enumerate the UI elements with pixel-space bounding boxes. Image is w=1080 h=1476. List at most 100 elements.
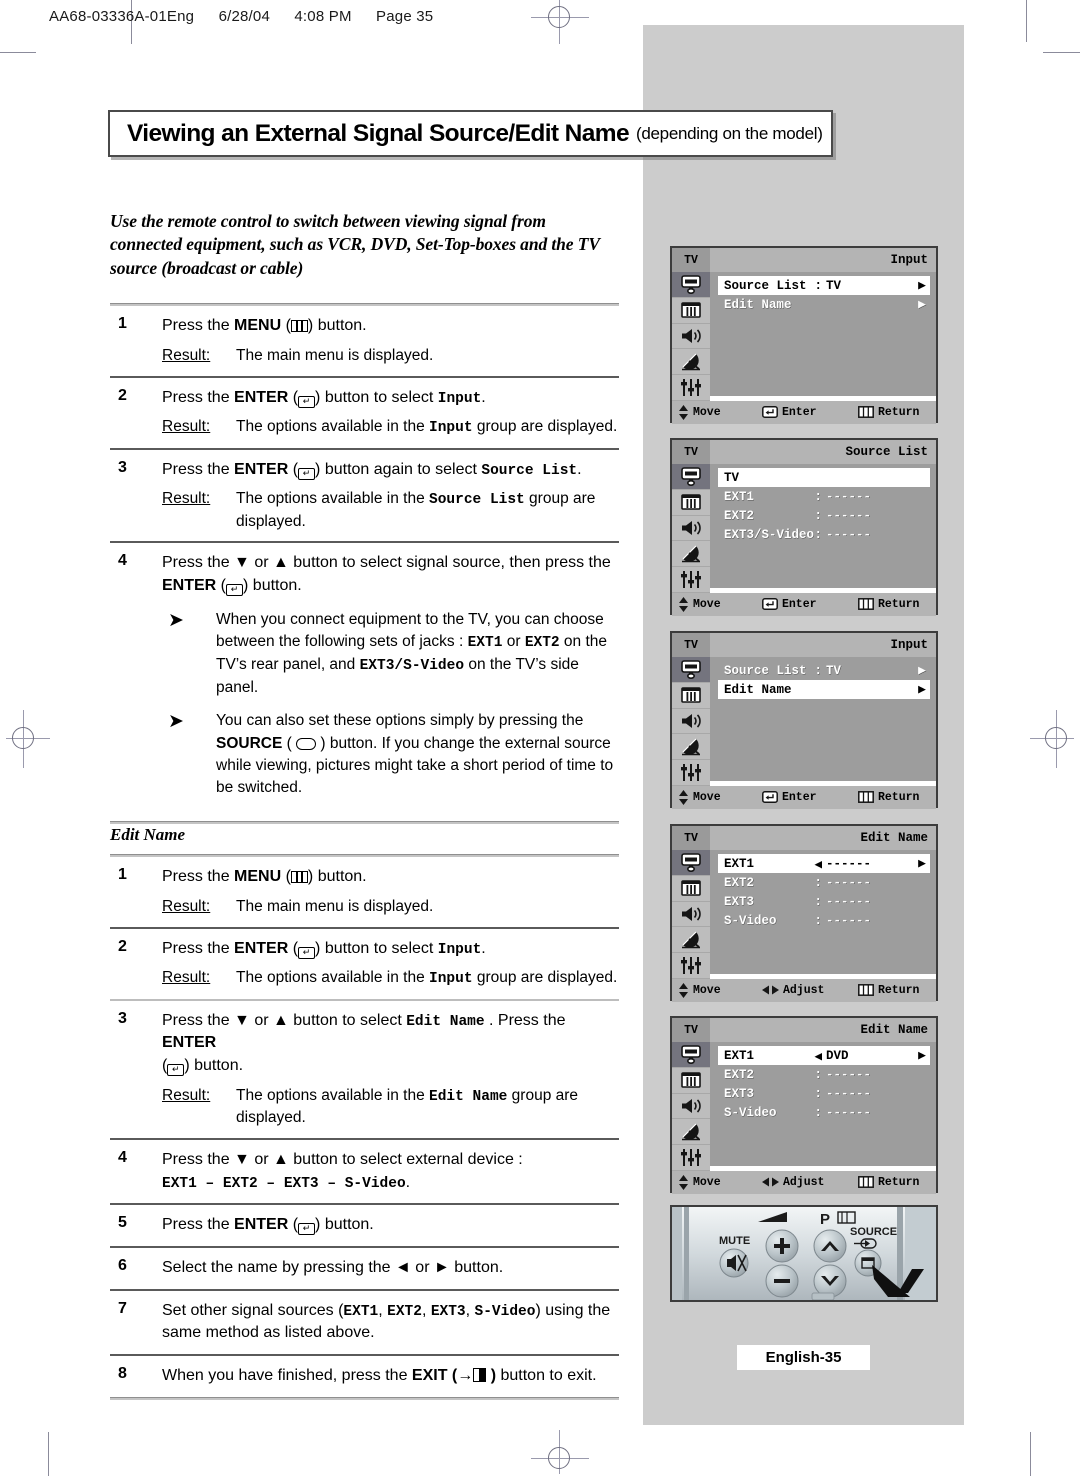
result-text-pre: The options available in the xyxy=(236,969,430,987)
result-label: Result: xyxy=(162,1086,211,1104)
osd-row-separator: : xyxy=(814,278,822,293)
osd-term: Source List xyxy=(429,492,525,509)
osd-row-value: TV xyxy=(826,278,842,293)
enter-button-label: ENTER xyxy=(162,1034,217,1052)
osd-sidebar xyxy=(672,272,710,401)
enter-button-label: ENTER xyxy=(234,388,289,406)
registration-mark-left xyxy=(6,710,52,770)
step-text: When you have finished, press the xyxy=(162,1367,412,1385)
procedure-source-list: 1 Press the MENU () button. Result: The … xyxy=(110,303,619,824)
osd-row-arrow-right-icon[interactable]: ▶ xyxy=(912,856,926,871)
osd-menu-row[interactable]: Edit Name ▶ xyxy=(718,295,930,314)
osd-sidebar-channel-dish-icon[interactable] xyxy=(672,1119,710,1146)
osd-sidebar-picture-icon[interactable] xyxy=(672,1068,710,1094)
enter-button-label: ENTER xyxy=(234,460,289,478)
osd-sidebar-setup-sliders-icon[interactable] xyxy=(672,375,710,401)
step-number: 4 xyxy=(118,552,127,570)
osd-menu-row[interactable]: Source List: TV ▶ xyxy=(718,276,930,295)
osd-row-value: ------ xyxy=(826,1086,872,1101)
osd-sidebar-channel-dish-icon[interactable] xyxy=(672,349,710,376)
osd-menu-row[interactable]: EXT2: ------ xyxy=(718,506,930,525)
step-text: Set other signal sources ( xyxy=(162,1301,344,1319)
osd-term: Input xyxy=(437,941,482,958)
step-text-part: , xyxy=(465,1301,475,1319)
osd-row-arrow-right-icon[interactable]: ▶ xyxy=(912,278,926,293)
osd-sidebar-picture-icon[interactable] xyxy=(672,876,710,902)
osd-sidebar-input-source-icon[interactable] xyxy=(672,850,710,876)
osd-row-arrow-right-icon[interactable]: ▶ xyxy=(912,682,926,697)
step-result: Result: The options available in the Sou… xyxy=(162,488,619,532)
osd-footer-move: Move xyxy=(678,404,762,420)
step-text: Press the xyxy=(162,939,235,957)
osd-title: Edit Name xyxy=(860,831,928,845)
osd-sidebar-sound-icon[interactable] xyxy=(672,516,710,542)
osd-sidebar-sound-icon[interactable] xyxy=(672,1094,710,1120)
trim-mark-left-bottom xyxy=(48,1432,49,1476)
osd-sidebar-picture-icon[interactable] xyxy=(672,683,710,709)
osd-sidebar-setup-sliders-icon[interactable] xyxy=(672,567,710,593)
osd-menu-row[interactable]: EXT1: ------ xyxy=(718,487,930,506)
osd-menu-row[interactable]: EXT2: ------ xyxy=(718,1065,930,1084)
osd-row-label: EXT1 xyxy=(724,856,755,871)
osd-menu-row[interactable]: EXT1 ◀ DVD ▶ xyxy=(718,1046,930,1065)
osd-footer-action-label: Enter xyxy=(782,790,817,804)
osd-title-row: TV Edit Name xyxy=(672,1018,936,1042)
osd-sidebar-input-source-icon[interactable] xyxy=(672,272,710,298)
osd-menu-row[interactable]: TV xyxy=(718,468,930,487)
osd-footer-return-label: Return xyxy=(878,1175,920,1189)
osd-footer-return: Return xyxy=(858,406,919,419)
osd-tv-tag: TV xyxy=(672,1018,710,1042)
osd-footer: Move Adjust Return xyxy=(672,978,936,1002)
file-header-time: 4:08 PM xyxy=(294,8,352,25)
osd-row-arrow-right-icon[interactable]: ▶ xyxy=(912,297,926,312)
osd-menu-row[interactable]: EXT3: ------ xyxy=(718,892,930,911)
osd-footer-action: Enter xyxy=(762,791,858,804)
osd-row-arrow-right-icon[interactable]: ▶ xyxy=(912,663,926,678)
osd-row-separator: : xyxy=(814,1086,822,1101)
osd-menu-row[interactable]: S-Video: ------ xyxy=(718,911,930,930)
osd-footer-return-label: Return xyxy=(878,790,920,804)
osd-footer-move: Move xyxy=(678,596,762,612)
osd-row-label: Source List xyxy=(724,278,807,293)
registration-mark-top xyxy=(531,0,591,46)
osd-row-separator: : xyxy=(814,663,822,678)
menu-icon xyxy=(290,871,308,883)
osd-row-label: EXT2 xyxy=(724,508,755,523)
osd-sidebar-channel-dish-icon[interactable] xyxy=(672,734,710,761)
osd-sidebar-setup-sliders-icon[interactable] xyxy=(672,953,710,979)
osd-sidebar-input-source-icon[interactable] xyxy=(672,1042,710,1068)
osd-row-separator: : xyxy=(814,489,822,504)
osd-footer-move-label: Move xyxy=(693,1175,721,1189)
osd-menu-row[interactable]: Edit Name ▶ xyxy=(718,680,930,699)
osd-menu-row[interactable]: EXT1 ◀ ------ ▶ xyxy=(718,854,930,873)
osd-sidebar-setup-sliders-icon[interactable] xyxy=(672,760,710,786)
osd-menu-row[interactable]: EXT3/S-Video: ------ xyxy=(718,525,930,544)
osd-term: EXT1 xyxy=(467,635,503,652)
osd-menu-row[interactable]: Source List: TV ▶ xyxy=(718,661,930,680)
osd-sidebar-channel-dish-icon[interactable] xyxy=(672,541,710,568)
osd-menu-row[interactable]: EXT3: ------ xyxy=(718,1084,930,1103)
osd-sidebar-picture-icon[interactable] xyxy=(672,490,710,516)
channel-up-button xyxy=(813,1229,847,1263)
step-result: Result: The options available in the Inp… xyxy=(162,967,619,989)
osd-sidebar-sound-icon[interactable] xyxy=(672,709,710,735)
osd-sidebar-input-source-icon[interactable] xyxy=(672,657,710,683)
osd-menu-row[interactable]: S-Video: ------ xyxy=(718,1103,930,1122)
step-body: Select the name by pressing the ◄ or ► b… xyxy=(162,1259,504,1277)
osd-sidebar-picture-icon[interactable] xyxy=(672,298,710,324)
osd-term-device-list: EXT1 – EXT2 – EXT3 – S-Video xyxy=(162,1175,406,1192)
osd-sidebar-channel-dish-icon[interactable] xyxy=(672,927,710,954)
osd-sidebar-sound-icon[interactable] xyxy=(672,902,710,928)
step-item: 4 Press the ▼ or ▲ button to select exte… xyxy=(110,1140,619,1203)
osd-row-arrow-right-icon[interactable]: ▶ xyxy=(912,1048,926,1063)
osd-row-separator: : xyxy=(814,1105,822,1120)
osd-sidebar-input-source-icon[interactable] xyxy=(672,464,710,490)
osd-title-row: TV Input xyxy=(672,633,936,657)
osd-sidebar-setup-sliders-icon[interactable] xyxy=(672,1145,710,1171)
step-text-tail: . xyxy=(577,460,582,478)
result-label: Result: xyxy=(162,346,211,364)
osd-sidebar-sound-icon[interactable] xyxy=(672,324,710,350)
step-item: 1 Press the MENU () button. Result: The … xyxy=(110,306,619,376)
osd-row-value: ------ xyxy=(826,1105,872,1120)
osd-menu-row[interactable]: EXT2: ------ xyxy=(718,873,930,892)
